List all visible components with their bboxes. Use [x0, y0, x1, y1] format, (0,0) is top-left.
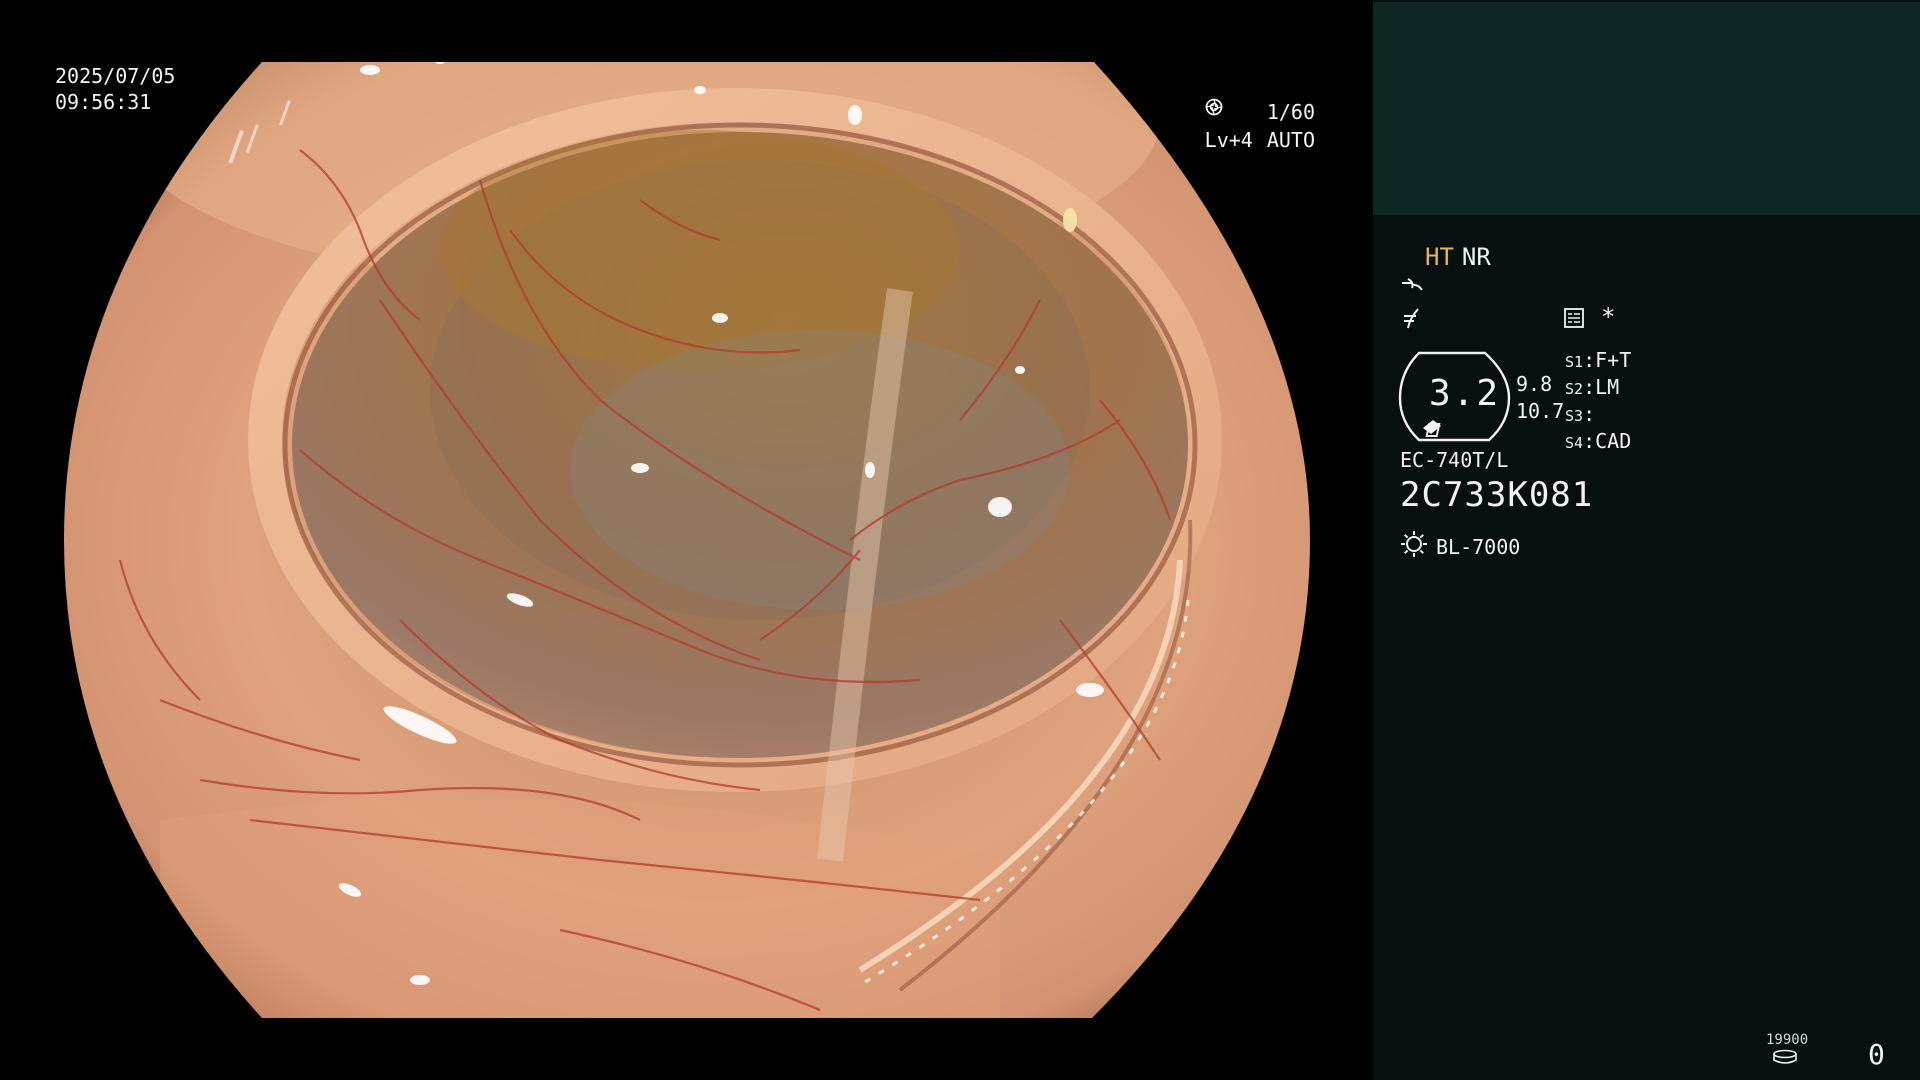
diameter-1: 9.8 — [1516, 372, 1553, 396]
datetime-display: 2025/07/05 09:56:31 — [55, 63, 175, 115]
switch-value: CAD — [1595, 429, 1632, 453]
capture-count: 0 — [1868, 1038, 1885, 1071]
switch-key: S1 — [1565, 353, 1584, 371]
switch-row: S4:CAD — [1565, 429, 1632, 453]
switch-list: S1:F+T S2:LM S3: S4:CAD — [1565, 348, 1631, 456]
switch-value: LM — [1595, 375, 1620, 399]
exposure-level-text: Lv+4 — [1204, 128, 1253, 152]
date-text: 2025/07/05 — [55, 64, 176, 88]
light-source-icon — [1400, 530, 1428, 563]
mode-nr-label: NR — [1461, 243, 1491, 271]
diameter-2: 10.7 — [1516, 399, 1565, 423]
structure-enhance-icon — [1400, 276, 1426, 300]
mode-ht-label: HT — [1425, 243, 1454, 271]
switch-key: S2 — [1565, 380, 1584, 398]
scope-model: EC-740T/L — [1400, 448, 1509, 472]
storage-counter-label: 19900 — [1766, 1032, 1809, 1048]
exposure-display: 1/60 Lv+4 AUTO — [1205, 98, 1335, 154]
memory-card-icon — [1563, 307, 1585, 333]
scope-serial: 2C733K081 — [1400, 475, 1594, 515]
endoscope-view: 2025/07/05 09:56:31 1/60 Lv+4 AUTO — [0, 0, 1373, 1080]
exposure-mode-text: AUTO — [1266, 128, 1315, 152]
endoscopy-monitor: 2025/07/05 09:56:31 1/60 Lv+4 AUTO HT NR… — [0, 0, 1920, 1080]
switch-row: S1:F+T — [1565, 348, 1632, 372]
switch-row: S2:LM — [1565, 375, 1620, 399]
color-enhance-icon — [1400, 306, 1426, 334]
switch-key: S3 — [1565, 407, 1584, 425]
light-source-text: BL-7000 — [1436, 534, 1521, 559]
info-panel: HT NR * 3.2 9.8 10.7 S1:F+T S2:LM S3: S4… — [1373, 0, 1920, 1080]
scope-value: 3.2 — [1429, 373, 1501, 414]
endoscope-image — [64, 62, 1310, 1018]
shutter-speed-text: 1/60 — [1266, 100, 1315, 124]
switch-key: S4 — [1565, 434, 1584, 452]
time-text: 09:56:31 — [55, 90, 152, 114]
switch-row: S3: — [1565, 402, 1596, 426]
light-source-row: BL-7000 — [1400, 530, 1520, 563]
iris-icon — [1205, 98, 1335, 149]
image-mode-row: HT NR — [1425, 243, 1491, 271]
asterisk-indicator: * — [1601, 303, 1616, 331]
preview-area — [1373, 2, 1920, 215]
switch-value: F+T — [1595, 348, 1632, 372]
disc-stack-icon — [1772, 1049, 1798, 1069]
aperture-icon — [1205, 98, 1335, 121]
